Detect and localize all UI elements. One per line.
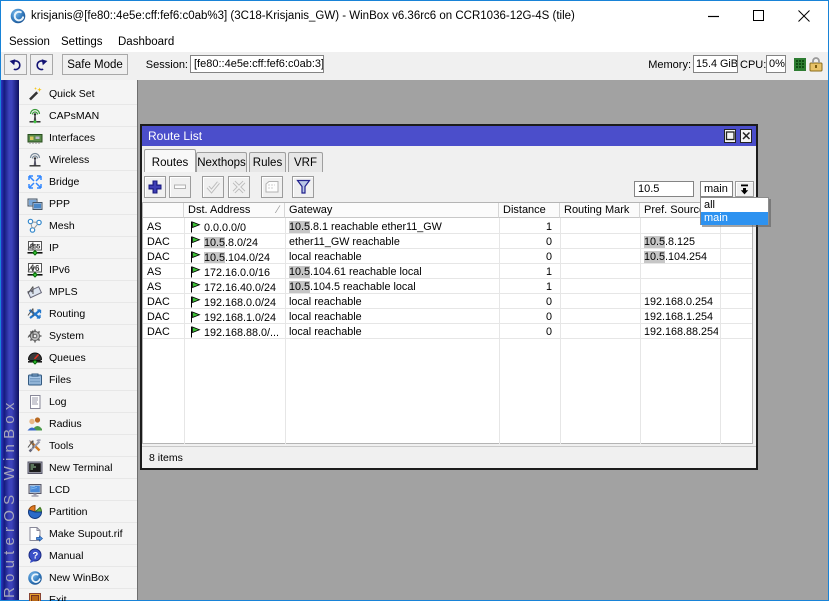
svg-text:?: ? bbox=[33, 551, 39, 562]
